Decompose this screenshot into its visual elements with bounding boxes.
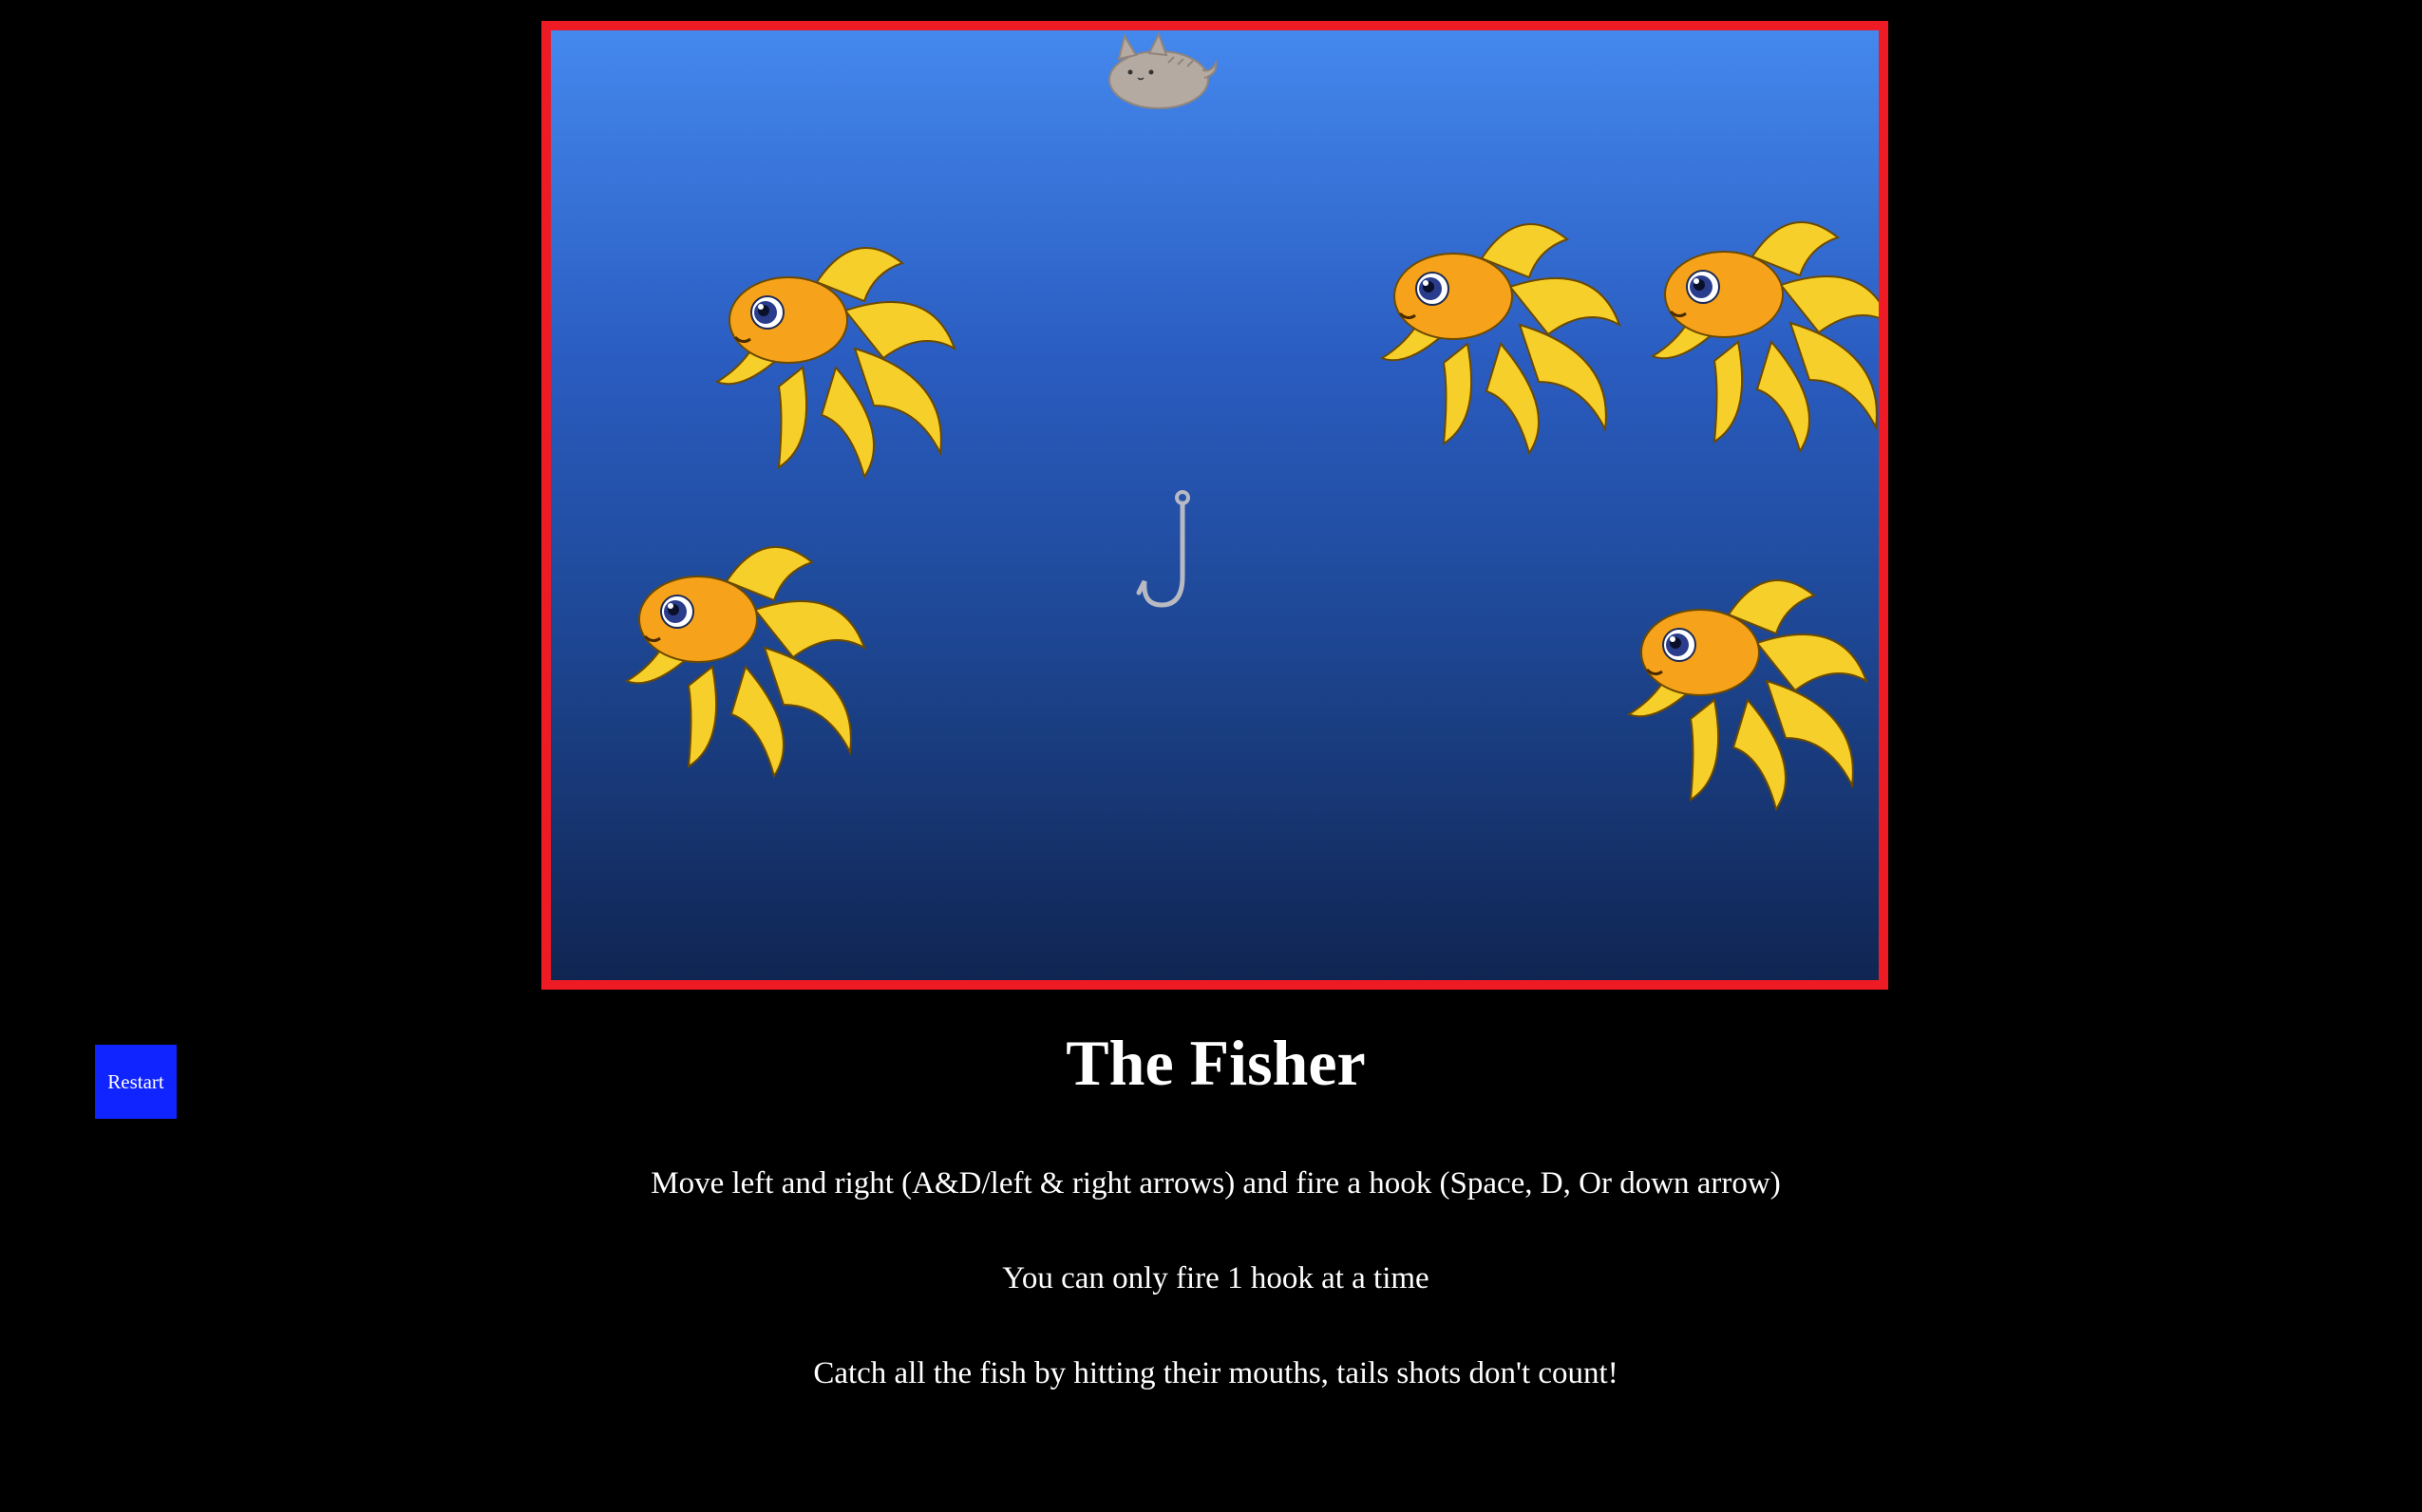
goldfish-icon — [624, 546, 866, 779]
instruction-objective: Catch all the fish by hitting their mout… — [813, 1356, 1618, 1390]
instruction-hook-limit: You can only fire 1 hook at a time — [1002, 1261, 1429, 1295]
goldfish-icon — [1379, 223, 1621, 456]
game-canvas[interactable] — [541, 21, 1888, 990]
pusheen-cat-icon — [1108, 31, 1218, 109]
fishing-hook-icon — [1136, 490, 1190, 608]
goldfish-icon — [714, 247, 956, 480]
page-title: The Fisher — [1066, 1027, 1366, 1099]
goldfish-icon — [1650, 221, 1879, 454]
goldfish-icon — [1626, 579, 1868, 812]
instruction-controls: Move left and right (A&D/left & right ar… — [651, 1166, 1781, 1200]
